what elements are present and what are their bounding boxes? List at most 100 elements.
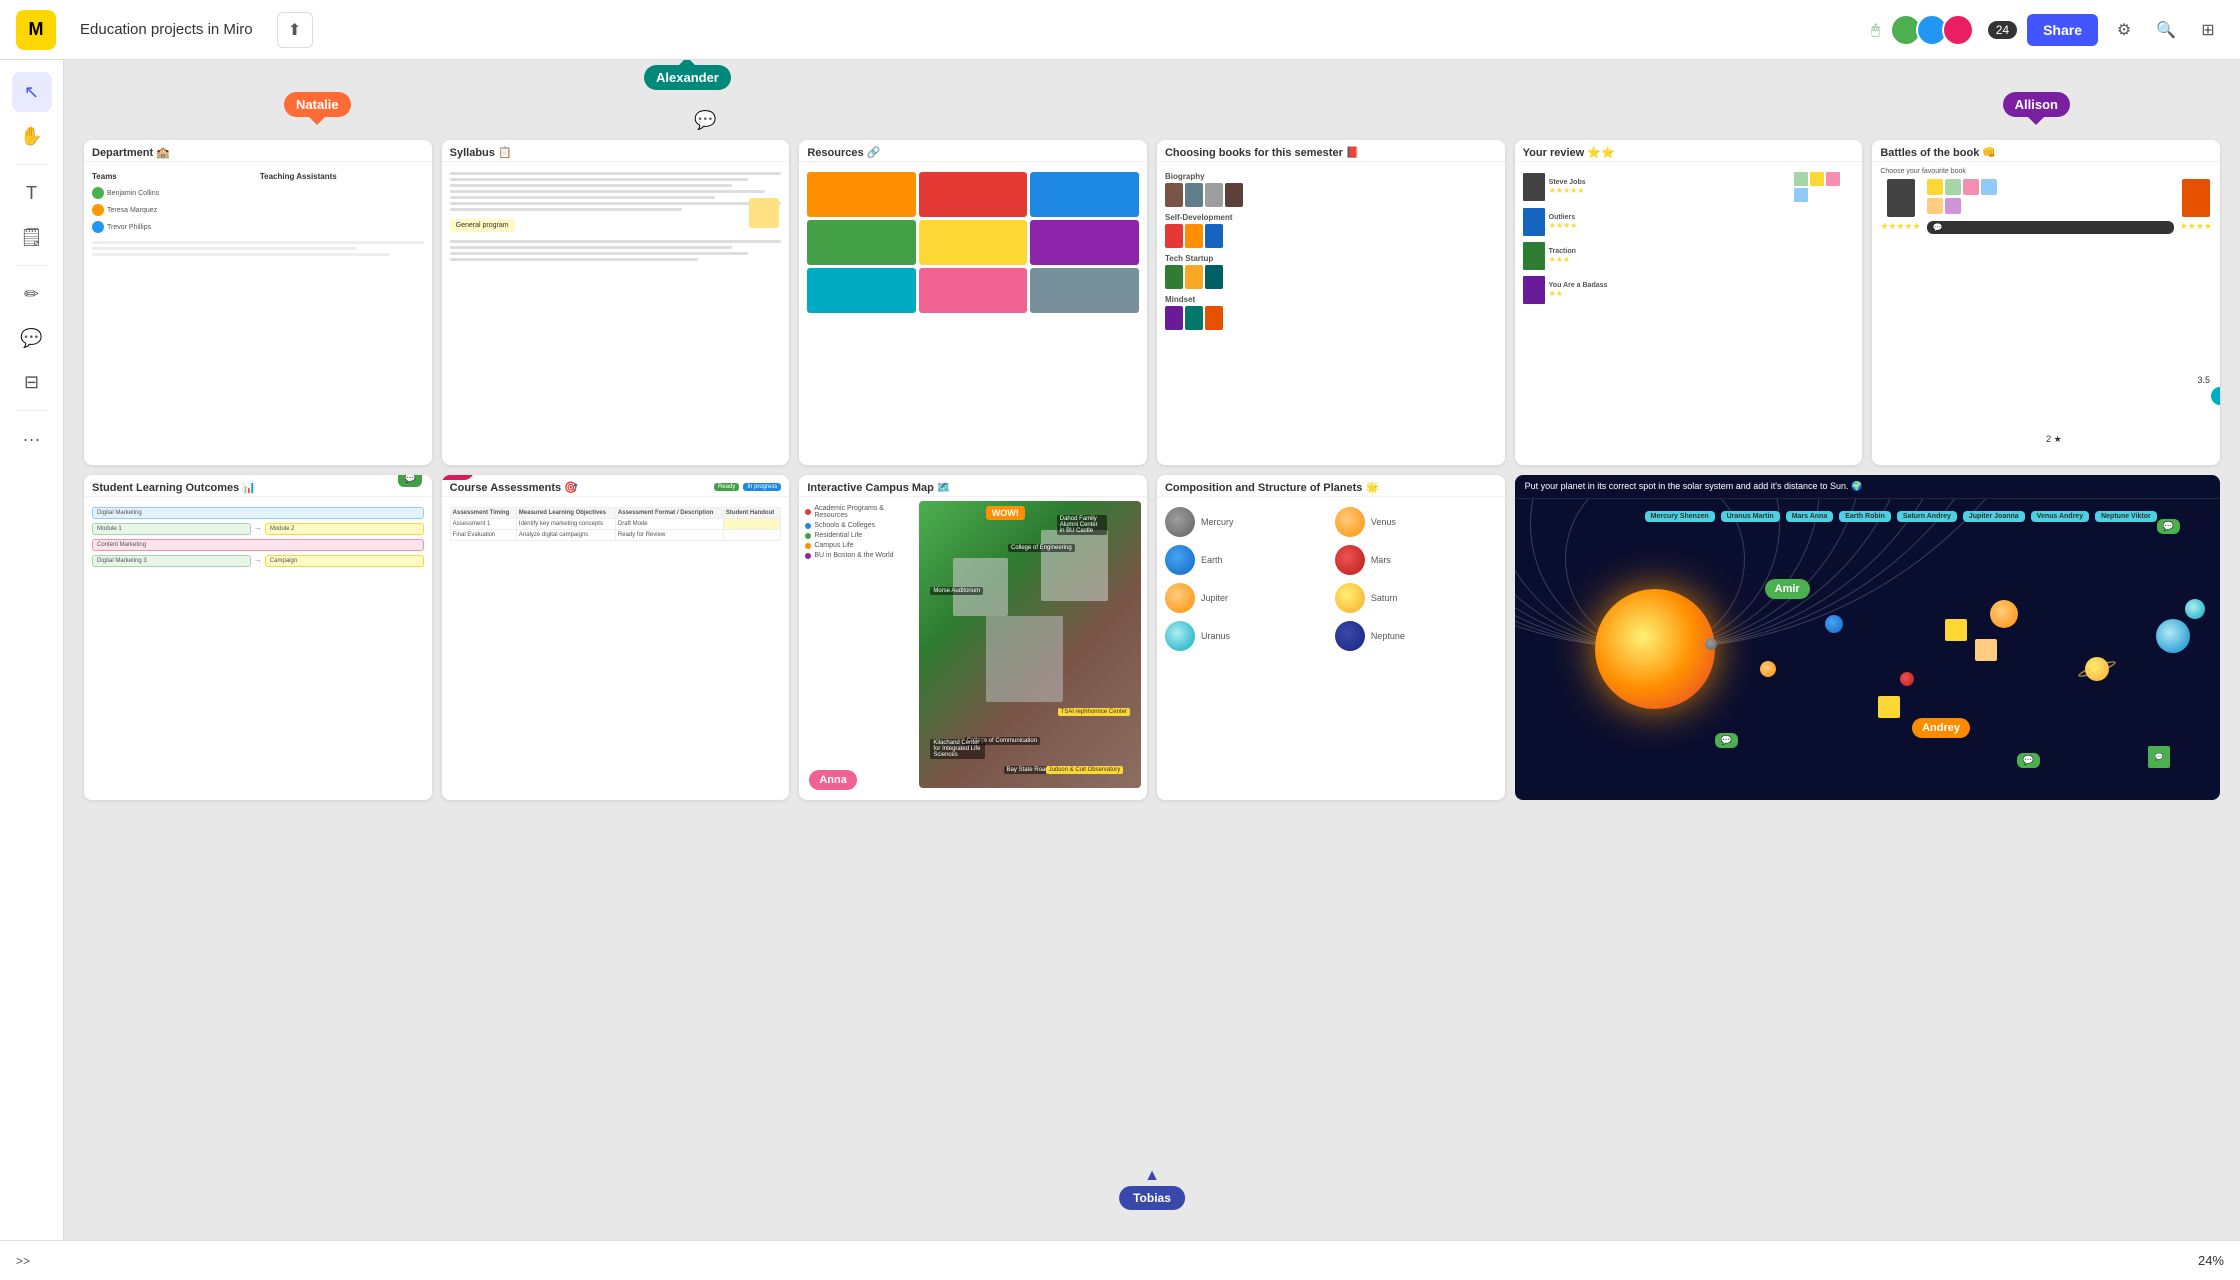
flow-row-4: Digital Marketing 3 → Campaign bbox=[92, 555, 424, 567]
toolbar-separator-3 bbox=[16, 410, 48, 411]
topbar-right: 🖱 24 Share ⚙ 🔍 ⊞ bbox=[1871, 14, 2224, 46]
solar-label-uranus: Uranus Martin bbox=[1721, 511, 1780, 522]
board-outcomes[interactable]: Student Learning Outcomes 📊 Digital Mark… bbox=[84, 475, 432, 800]
expand-button[interactable]: >> bbox=[16, 1254, 30, 1268]
text-tool[interactable]: T bbox=[12, 173, 52, 213]
person-name-3: Trevor Phillips bbox=[107, 224, 151, 231]
syllabus-line-3 bbox=[450, 184, 732, 187]
board-books[interactable]: Choosing books for this semester 📕 Biogr… bbox=[1157, 140, 1505, 465]
boards-grid: Department 🏫 Teams Teaching Assistants B… bbox=[84, 140, 2220, 800]
review-item-1: Steve Jobs ★★★★★ bbox=[1523, 172, 1855, 202]
board-review-title: Your review ⭐⭐ bbox=[1515, 140, 1863, 162]
solar-label-earth: Earth Robin bbox=[1839, 511, 1891, 522]
board-review-content: Steve Jobs ★★★★★ Outliers bbox=[1515, 162, 1863, 457]
board-syllabus[interactable]: Syllabus 📋 General program bbox=[442, 140, 790, 465]
resource-7 bbox=[807, 268, 916, 313]
person-avatar-2 bbox=[92, 204, 104, 216]
review-info-2: Outliers ★★★★ bbox=[1549, 214, 1578, 230]
battle-stickies-row bbox=[1927, 179, 2174, 195]
board-resources[interactable]: Resources 🔗 Mark bbox=[799, 140, 1147, 465]
planet-circle-earth bbox=[1165, 545, 1195, 575]
sticky-tool[interactable]: 🗒 bbox=[12, 217, 52, 257]
bst-4 bbox=[1981, 179, 1997, 195]
settings-icon[interactable]: ⚙ bbox=[2108, 14, 2140, 46]
board-title-area[interactable]: Education projects in Miro bbox=[68, 15, 265, 44]
solar-label-neptune: Neptune Viktor bbox=[2095, 511, 2157, 522]
assessment-row-1: Assessment 1 Identify key marketing conc… bbox=[450, 519, 781, 530]
book-cat-selfdev: Self-Development bbox=[1165, 213, 1497, 222]
a-timing-1: Assessment 1 bbox=[450, 519, 516, 530]
flow-box-4: Content Marketing bbox=[92, 539, 424, 551]
review-book-4 bbox=[1523, 276, 1545, 304]
board-battles[interactable]: Battles of the book 👊 Choose your favour… bbox=[1872, 140, 2220, 465]
hand-tool[interactable]: ✋ bbox=[12, 116, 52, 156]
book-categories: Biography Self-Development bbox=[1165, 172, 1497, 330]
bio-book-3 bbox=[1205, 183, 1223, 207]
planet-name-mars: Mars bbox=[1371, 555, 1391, 565]
search-icon[interactable]: 🔍 bbox=[2150, 14, 2182, 46]
review-title-2: Outliers bbox=[1549, 214, 1578, 221]
a-handout-2 bbox=[723, 530, 780, 541]
board-department[interactable]: Department 🏫 Teams Teaching Assistants B… bbox=[84, 140, 432, 465]
review-book-1 bbox=[1523, 173, 1545, 201]
col-objectives: Measured Learning Objectives bbox=[516, 508, 615, 519]
battle-score-35: 3.5 bbox=[2197, 375, 2210, 385]
board-campus[interactable]: Interactive Campus Map 🗺️ Academic Progr… bbox=[799, 475, 1147, 800]
zoom-level: 24% bbox=[2198, 1253, 2224, 1268]
upload-button[interactable]: ⬆ bbox=[277, 12, 313, 48]
frame-tool[interactable]: ⊟ bbox=[12, 362, 52, 402]
select-tool[interactable]: ↖ bbox=[12, 72, 52, 112]
resource-9 bbox=[1030, 268, 1139, 313]
planet-name-saturn: Saturn bbox=[1371, 593, 1398, 603]
legend-dot-4 bbox=[805, 543, 811, 549]
dept-people-list: Benjamin Collins Teresa Marquez Trevor P… bbox=[92, 187, 424, 233]
review-list: Steve Jobs ★★★★★ Outliers bbox=[1523, 172, 1855, 304]
m-book-3 bbox=[1205, 306, 1223, 330]
a-obj-1: Identify key marketing concepts bbox=[516, 519, 615, 530]
map-label-alumni: Dahod Family Alumni Center in BU Castle bbox=[1057, 515, 1107, 535]
online-count: 24 bbox=[1988, 21, 2017, 39]
apps-icon[interactable]: ⊞ bbox=[2192, 14, 2224, 46]
user-cursor-allison: Allison bbox=[2003, 92, 2070, 117]
flow-row-2: Module 1 → Module 2 bbox=[92, 523, 424, 535]
miro-logo[interactable]: M bbox=[16, 10, 56, 50]
board-department-content: Teams Teaching Assistants Benjamin Colli… bbox=[84, 162, 432, 457]
board-review[interactable]: Your review ⭐⭐ Steve Jobs ★★★★★ bbox=[1515, 140, 1863, 465]
solar-label-mercury: Mercury Shenzen bbox=[1645, 511, 1715, 522]
review-stars-4: ★★ bbox=[1549, 289, 1608, 298]
avatar-group bbox=[1890, 14, 1974, 46]
review-title-3: Traction bbox=[1549, 248, 1576, 255]
planet-name-jupiter: Jupiter bbox=[1201, 593, 1228, 603]
canvas[interactable]: Natalie Alexander Allison 💬 Department 🏫… bbox=[64, 60, 2240, 1280]
review-item-2: Outliers ★★★★ bbox=[1523, 208, 1855, 236]
board-assessments[interactable]: Course Assessments 🎯 Ready In progress A… bbox=[442, 475, 790, 800]
tech-books bbox=[1165, 265, 1497, 289]
bio-book-2 bbox=[1185, 183, 1203, 207]
share-button[interactable]: Share bbox=[2027, 14, 2098, 46]
review-info-4: You Are a Badass ★★ bbox=[1549, 282, 1608, 298]
planet-circle-mercury bbox=[1165, 507, 1195, 537]
board-campus-title: Interactive Campus Map 🗺️ bbox=[799, 475, 1147, 497]
solar-system-visual: Mercury Shenzen Uranus Martin Mars Anna … bbox=[1515, 499, 2220, 798]
flow-arrow-2: → bbox=[254, 555, 262, 567]
board-campus-content: Academic Programs & Resources Schools & … bbox=[799, 497, 1147, 792]
board-planets[interactable]: Composition and Structure of Planets 🌟 M… bbox=[1157, 475, 1505, 800]
a-handout-1 bbox=[723, 519, 780, 530]
campus-map-visual: WOW! Morse Auditorium College of Enginee… bbox=[919, 501, 1141, 788]
pen-tool[interactable]: ✏ bbox=[12, 274, 52, 314]
assessments-header-row: Assessment Timing Measured Learning Obje… bbox=[450, 508, 781, 519]
solar-sticky-4: 💬 bbox=[2148, 746, 2170, 768]
planet-circle-venus bbox=[1335, 507, 1365, 537]
wow-sticky: WOW! bbox=[986, 506, 1025, 520]
board-solar[interactable]: Put your planet in its correct spot in t… bbox=[1515, 475, 2220, 800]
more-tools[interactable]: ··· bbox=[12, 419, 52, 459]
user-cursor-anna: Anna bbox=[809, 770, 857, 790]
t-book-3 bbox=[1205, 265, 1223, 289]
battle-book-1 bbox=[1887, 179, 1915, 217]
comment-tool[interactable]: 💬 bbox=[12, 318, 52, 358]
campus-building-3 bbox=[1041, 530, 1107, 602]
syllabus-lines-2 bbox=[450, 240, 782, 261]
left-toolbar: ↖ ✋ T 🗒 ✏ 💬 ⊟ ··· bbox=[0, 60, 64, 1280]
review-stars-3: ★★★ bbox=[1549, 255, 1576, 264]
board-resources-content bbox=[799, 162, 1147, 457]
